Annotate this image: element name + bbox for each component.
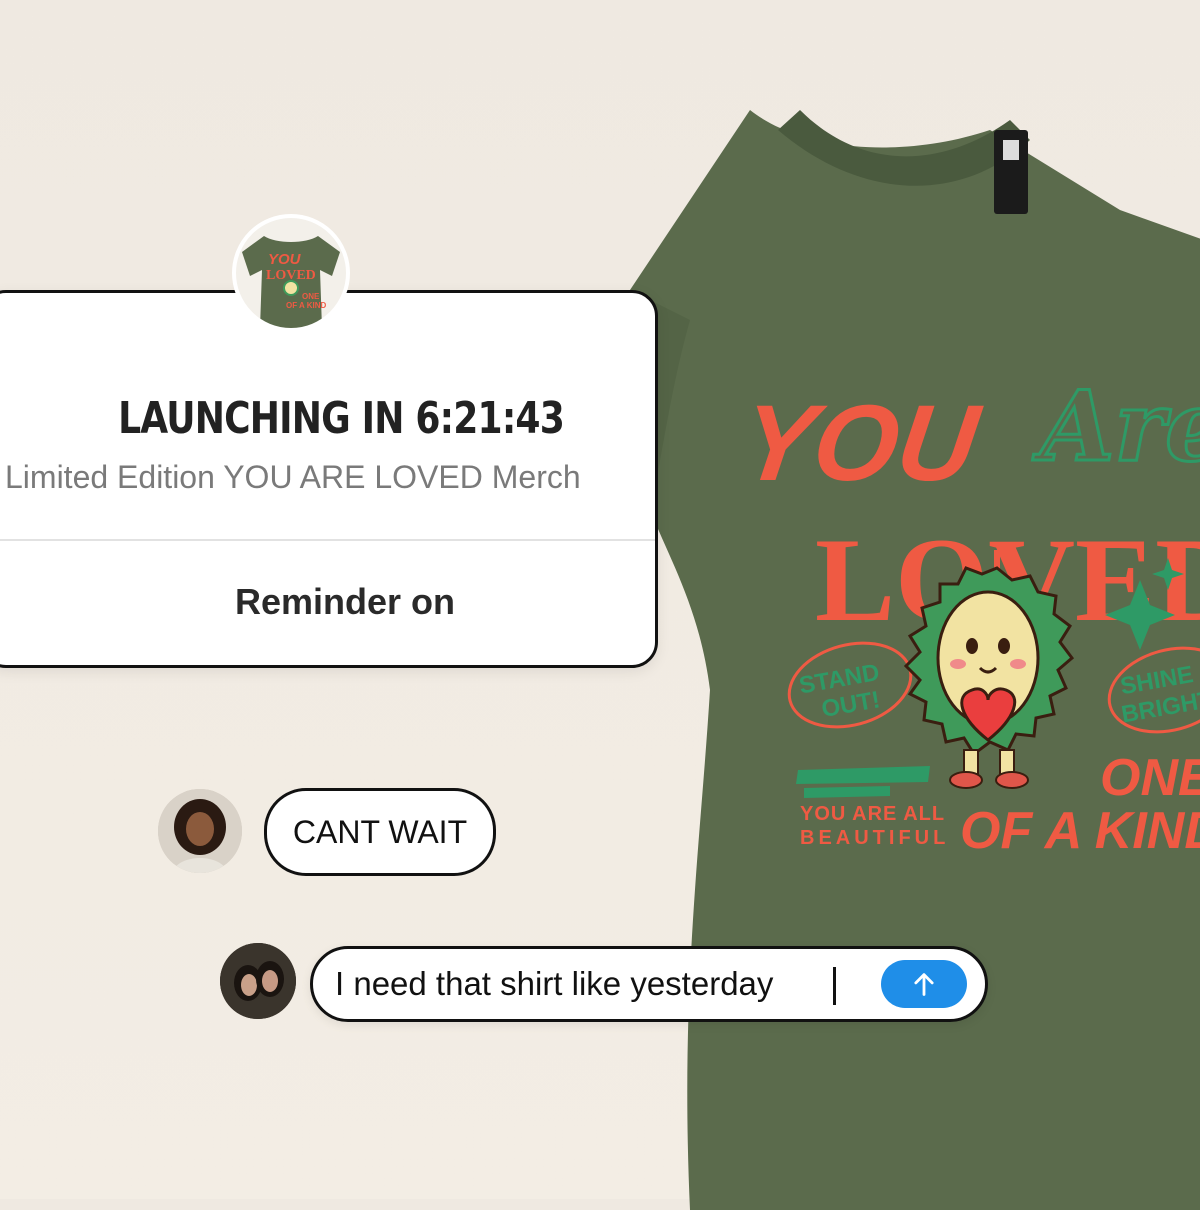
arrow-up-icon bbox=[914, 973, 934, 996]
thumb-you: YOU bbox=[268, 251, 302, 268]
print-beautiful: BEAUTIFUL bbox=[800, 827, 949, 849]
message-input-text[interactable]: I need that shirt like yesterday bbox=[335, 949, 773, 1019]
text-caret bbox=[833, 967, 836, 1005]
print-are: Are bbox=[1032, 370, 1200, 483]
card-divider bbox=[0, 539, 655, 541]
send-button[interactable] bbox=[881, 960, 967, 1008]
print-you-are-all: YOU ARE ALL bbox=[800, 803, 945, 825]
commenter-avatar-1[interactable] bbox=[158, 789, 242, 873]
print-you: YOU bbox=[734, 382, 988, 502]
product-thumbnail: YOU LOVED ONE OF A KIND bbox=[232, 214, 350, 332]
message-input-field[interactable]: I need that shirt like yesterday bbox=[310, 946, 988, 1022]
story-countdown-sticker: LAUNCHING IN 6:21:43 Limited Edition YOU… bbox=[0, 290, 658, 668]
countdown-subtitle: Limited Edition YOU ARE LOVED Merch bbox=[5, 459, 581, 495]
commenter-avatar-2[interactable] bbox=[220, 943, 296, 1019]
print-one: ONE bbox=[1100, 749, 1200, 807]
tshirt-body bbox=[560, 110, 1200, 1210]
reminder-toggle-button[interactable]: Reminder on bbox=[0, 581, 655, 623]
countdown-title: LAUNCHING IN 6:21:43 bbox=[118, 393, 565, 444]
thumb-of-a-kind: OF A KIND bbox=[286, 301, 327, 310]
print-of-a-kind: OF A KIND bbox=[960, 802, 1200, 860]
comment-bubble-cant-wait: CANT WAIT bbox=[264, 788, 496, 876]
thumb-one: ONE bbox=[302, 292, 320, 301]
